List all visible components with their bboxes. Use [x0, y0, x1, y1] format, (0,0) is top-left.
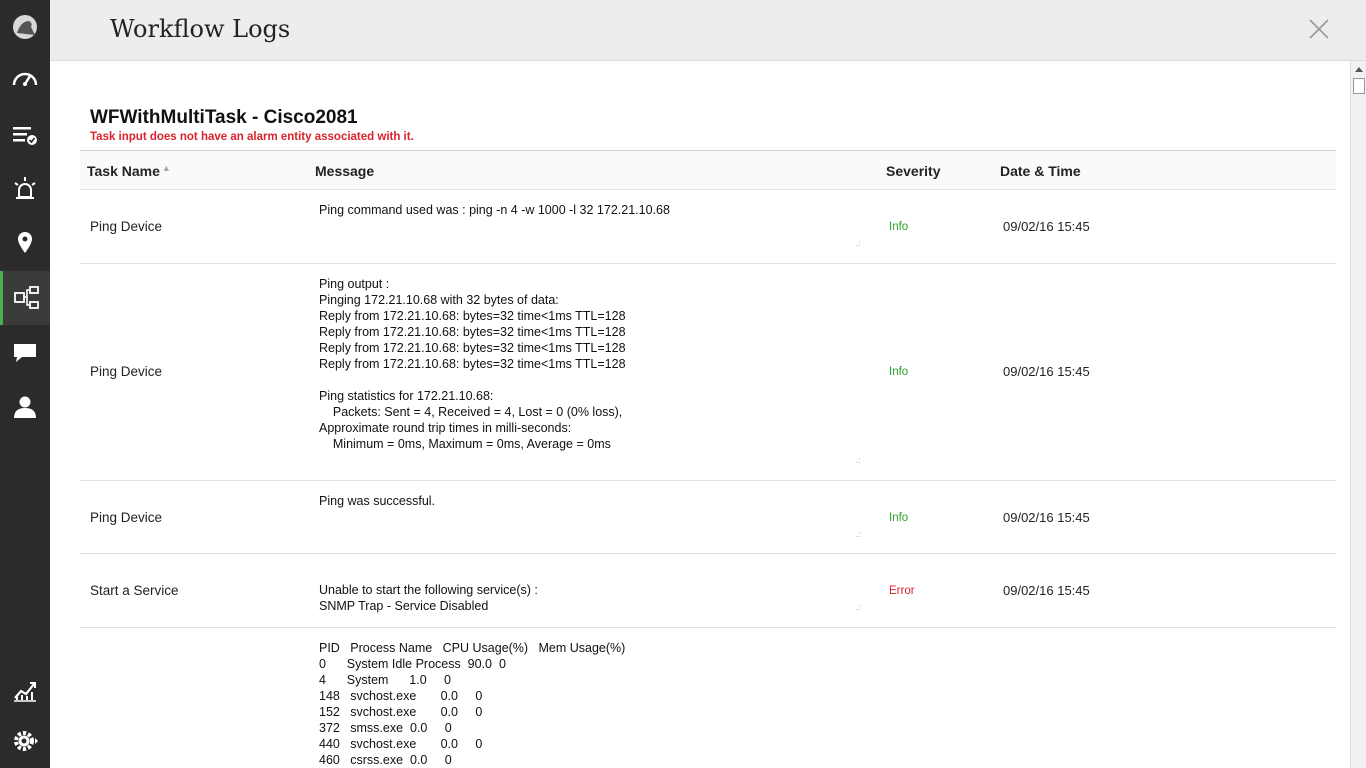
column-message[interactable]: Message: [315, 163, 374, 179]
close-icon[interactable]: [1308, 18, 1330, 40]
dashboard-icon[interactable]: [0, 52, 50, 106]
resize-grip-icon[interactable]: .:: [856, 531, 864, 539]
table-header: Task Name ▲ Message Severity Date & Time: [80, 150, 1336, 190]
logo-icon[interactable]: [0, 0, 50, 54]
severity-cell: Info: [889, 366, 909, 378]
date-time-cell: 09/02/16 15:45: [1003, 510, 1090, 525]
logs-table: Task Name ▲ Message Severity Date & Time …: [80, 150, 1336, 768]
reports-icon[interactable]: [0, 664, 50, 718]
user-icon[interactable]: [0, 380, 50, 434]
page-title: Workflow Logs: [110, 15, 291, 43]
maps-icon[interactable]: [0, 216, 50, 270]
resize-grip-icon[interactable]: .:: [856, 240, 864, 248]
scroll-thumb[interactable]: [1353, 78, 1365, 94]
table-row: Ping Device Ping command used was : ping…: [80, 190, 1336, 264]
settings-icon[interactable]: [0, 714, 50, 768]
message-cell[interactable]: Unable to start the following service(s)…: [319, 582, 538, 614]
message-cell[interactable]: Ping command used was : ping -n 4 -w 100…: [319, 202, 670, 218]
column-date-time[interactable]: Date & Time: [1000, 163, 1081, 179]
workflow-error-message: Task input does not have an alarm entity…: [90, 131, 414, 143]
message-cell[interactable]: Ping output : Pinging 172.21.10.68 with …: [319, 276, 626, 452]
task-name-cell: Ping Device: [90, 219, 163, 234]
table-row: PID Process Name CPU Usage(%) Mem Usage(…: [80, 628, 1336, 768]
task-name-cell: Ping Device: [90, 510, 163, 525]
message-cell[interactable]: PID Process Name CPU Usage(%) Mem Usage(…: [319, 640, 625, 768]
task-name-cell: Start a Service: [90, 583, 179, 598]
resize-grip-icon[interactable]: .:: [856, 457, 864, 465]
date-time-cell: 09/02/16 15:45: [1003, 364, 1090, 379]
column-task-name[interactable]: Task Name ▲: [87, 163, 171, 179]
column-severity[interactable]: Severity: [886, 163, 940, 179]
severity-cell: Info: [889, 512, 909, 524]
workflow-icon[interactable]: [0, 271, 50, 325]
modal-header: Workflow Logs: [50, 0, 1366, 61]
severity-cell: Error: [889, 585, 915, 597]
sidebar: [0, 0, 50, 768]
scroll-up-icon[interactable]: [1355, 67, 1363, 72]
table-row: Ping Device Ping output : Pinging 172.21…: [80, 264, 1336, 481]
table-row: Start a Service Unable to start the foll…: [80, 554, 1336, 628]
chat-icon[interactable]: [0, 326, 50, 380]
alarms-icon[interactable]: [0, 162, 50, 216]
sort-icon[interactable]: ▲: [162, 163, 171, 173]
task-name-cell: Ping Device: [90, 364, 163, 379]
resize-grip-icon[interactable]: .:: [856, 604, 864, 612]
date-time-cell: 09/02/16 15:45: [1003, 219, 1090, 234]
inventory-icon[interactable]: [0, 108, 50, 162]
message-cell[interactable]: Ping was successful.: [319, 493, 435, 509]
log-content: WFWithMultiTask - Cisco2081 Task input d…: [50, 61, 1350, 768]
severity-cell: Info: [889, 221, 909, 233]
vertical-scrollbar[interactable]: [1350, 61, 1366, 768]
table-row: Ping Device Ping was successful. .: Info…: [80, 481, 1336, 554]
date-time-cell: 09/02/16 15:45: [1003, 583, 1090, 598]
workflow-title: WFWithMultiTask - Cisco2081: [90, 107, 358, 128]
